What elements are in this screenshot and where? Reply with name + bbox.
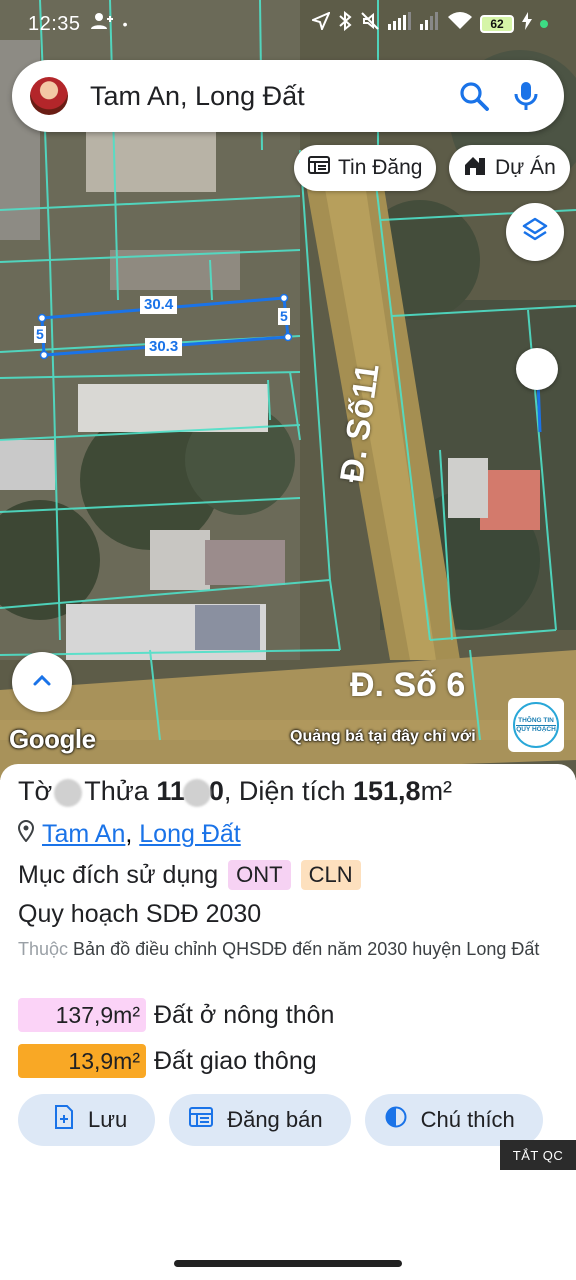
dot-indicator	[540, 20, 548, 28]
layers-icon	[521, 216, 549, 249]
land-area-box: 137,9m²	[18, 998, 146, 1032]
cln-badge: CLN	[300, 860, 361, 890]
contrast-icon	[385, 1106, 407, 1134]
redacted-mark	[182, 778, 211, 807]
land-use-label: Đất giao thông	[154, 1046, 317, 1075]
promo-text: Quảng bá tại đây chỉ với	[290, 728, 476, 745]
measure-label-bottom: 30.3	[145, 338, 183, 356]
dien-tich-unit: m²	[420, 776, 453, 806]
search-icon[interactable]	[454, 76, 494, 116]
thuoc-label: Thuộc	[18, 939, 69, 959]
listing-icon	[189, 1107, 214, 1133]
parcel-header: Tờ Thửa 11 0, Diện tích 151,8m²	[18, 776, 452, 807]
tin-dang-chip[interactable]: Tin Đăng	[294, 145, 437, 191]
map-view[interactable]: 30.4 5 30.3 5 Đ. Số11 Đ. Số 6 12:35 • 62…	[0, 0, 576, 780]
avatar[interactable]	[30, 77, 68, 115]
logo-text-line2: QUY HOẠCH	[516, 724, 556, 733]
muc-dich-label: Mục đích sử dụng	[18, 860, 219, 889]
tin-dang-label: Tin Đăng	[338, 156, 423, 179]
parcel-info-sheet: Tờ Thửa 11 0, Diện tích 151,8m² Tam An, Lo…	[0, 764, 576, 1280]
legend-button[interactable]: Chú thích	[364, 1094, 543, 1146]
du-an-label: Dự Án	[495, 156, 556, 179]
mic-icon[interactable]	[506, 76, 546, 116]
quy-hoach-title: Quy hoạch SDĐ 2030	[18, 900, 262, 928]
layers-button[interactable]	[506, 203, 564, 261]
charging-icon	[522, 12, 532, 36]
battery-icon: 62	[480, 15, 514, 33]
thua-value: 11	[156, 776, 185, 806]
dien-tich-value: 151,8	[352, 776, 421, 806]
mute-icon	[360, 11, 380, 37]
thua-value-tail: 0	[208, 776, 224, 806]
du-an-chip[interactable]: Dự Án	[449, 145, 570, 191]
status-time: 12:35	[28, 12, 81, 35]
muc-dich-row: Mục đích sử dụng ONT CLN	[18, 860, 361, 890]
thua-label: Thửa	[84, 776, 149, 806]
wifi-icon	[448, 12, 472, 36]
status-bar: 12:35 • 62	[0, 0, 576, 48]
expand-up-button[interactable]	[12, 652, 72, 712]
dien-tich-label: , Diện tích	[223, 776, 346, 806]
save-button[interactable]: Lưu	[18, 1094, 156, 1146]
google-attribution: Google	[9, 724, 96, 754]
location-arrow-icon	[310, 11, 331, 36]
to-label: Tờ	[18, 776, 53, 806]
logo-text-line1: THÔNG TIN	[518, 717, 554, 725]
measure-label-left: 5	[34, 326, 46, 343]
redacted-mark	[54, 778, 83, 807]
gesture-nav-bar[interactable]	[174, 1260, 402, 1267]
measure-label-top: 30.4	[140, 296, 178, 314]
location-row: Tam An, Long Đất	[17, 819, 241, 849]
search-bar[interactable]: Tam An, Long Đất	[12, 60, 564, 132]
thong-tin-quy-hoach-logo[interactable]: THÔNG TIN QUY HOẠCH	[508, 698, 564, 752]
location-separator: ,	[125, 820, 133, 848]
signal-icon	[388, 12, 412, 36]
dang-ban-label: Đăng bán	[227, 1107, 323, 1132]
location-link-tam-an[interactable]: Tam An	[42, 820, 125, 848]
signal-icon-2	[420, 12, 440, 36]
house-icon	[463, 154, 487, 182]
thuoc-detail: Bản đồ điều chỉnh QHSDĐ đến năm 2030 huy…	[73, 939, 540, 959]
save-label: Lưu	[88, 1107, 128, 1132]
legend-label: Chú thích	[420, 1107, 515, 1132]
land-use-label: Đất ở nông thôn	[154, 1000, 335, 1029]
listing-icon	[308, 155, 330, 181]
person-add-icon	[90, 12, 113, 36]
land-area-box: 13,9m²	[18, 1044, 146, 1078]
street-label-so6: Đ. Số 6	[350, 666, 466, 704]
search-input[interactable]: Tam An, Long Đất	[90, 81, 442, 112]
thuoc-text: Thuộc Bản đồ điều chỉnh QHSDĐ đến năm 20…	[18, 936, 558, 963]
location-link-long-dat[interactable]: Long Đất	[139, 820, 240, 848]
bluetooth-icon	[338, 10, 352, 37]
measure-label-right: 5	[278, 308, 290, 325]
action-row: Lưu Đăng bán Chú thích	[18, 1094, 543, 1146]
map-slider-handle[interactable]	[516, 348, 558, 390]
land-use-row: 13,9m² Đất giao thông	[18, 1044, 317, 1078]
chevron-up-icon	[32, 673, 52, 692]
hide-ads-button[interactable]: TẮT QC	[500, 1140, 576, 1170]
dot-icon: •	[122, 16, 128, 32]
location-pin-icon	[17, 819, 35, 849]
land-use-row: 137,9m² Đất ở nông thôn	[18, 998, 334, 1032]
dang-ban-button[interactable]: Đăng bán	[169, 1094, 351, 1146]
ont-badge: ONT	[228, 860, 291, 890]
add-file-icon	[54, 1105, 74, 1135]
